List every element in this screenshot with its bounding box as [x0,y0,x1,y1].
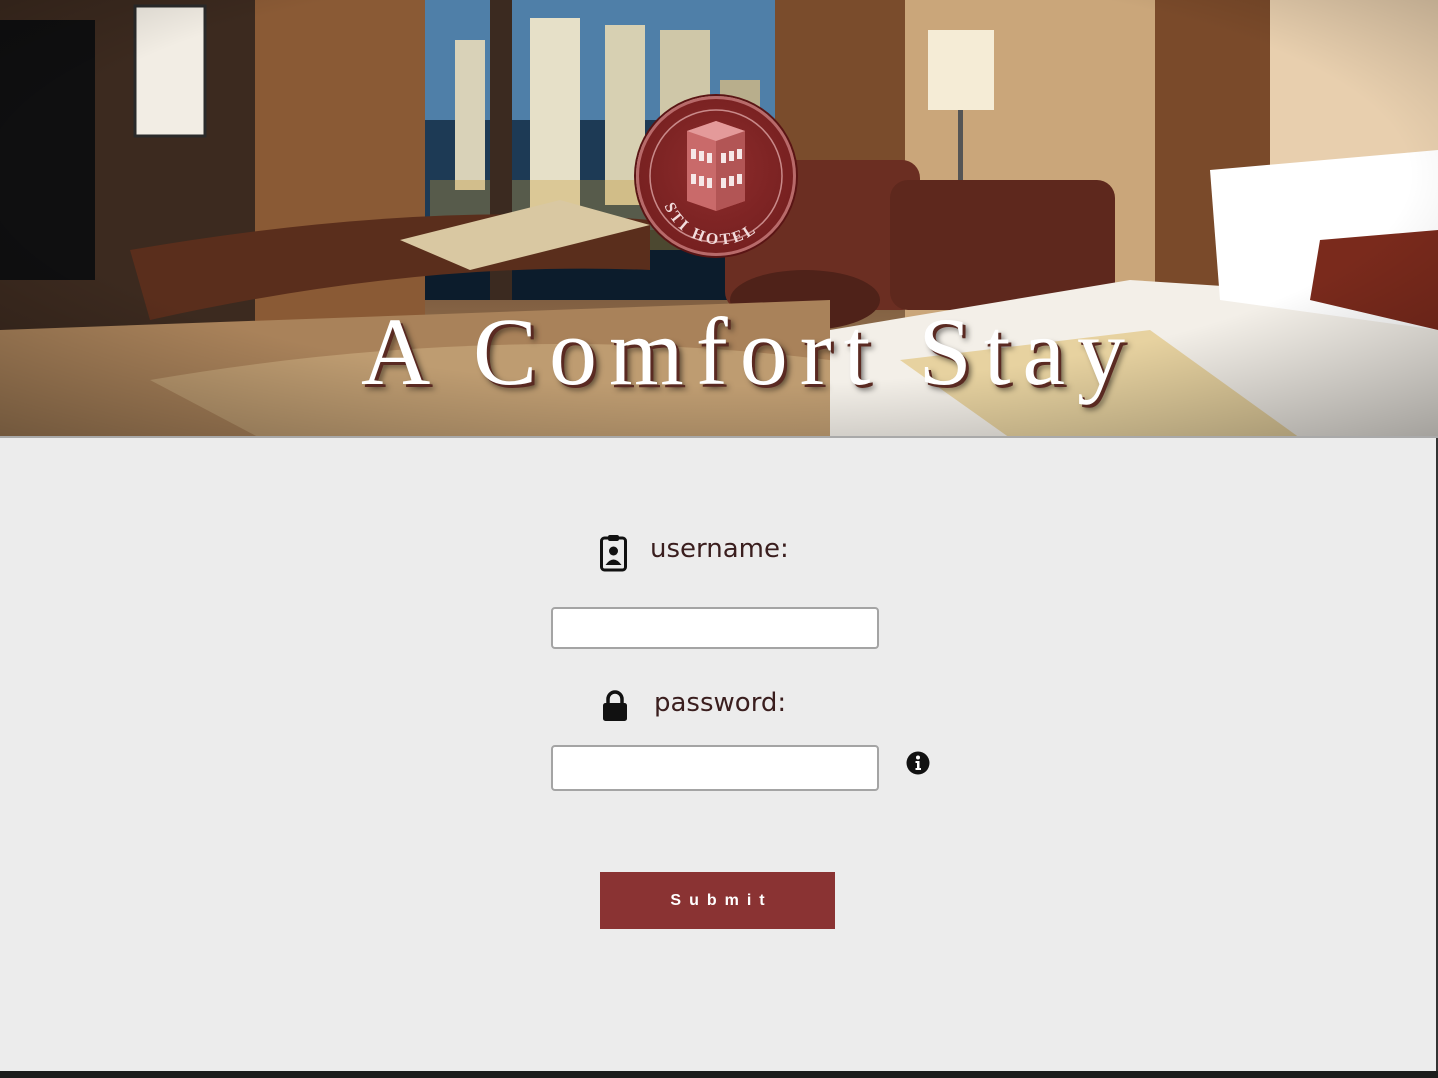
hero-banner: STI HOTEL A Comfort Stay [0,0,1438,438]
hotel-building-icon: STI HOTEL [649,109,783,249]
password-input[interactable] [551,745,879,791]
hero-title: A Comfort Stay [360,298,1137,405]
id-badge-icon [600,535,627,572]
hotel-logo: STI HOTEL [636,96,796,256]
username-input[interactable] [551,607,879,649]
submit-button[interactable]: Submit [600,872,835,929]
password-label: password: [654,688,787,718]
username-label: username: [650,534,789,564]
lock-icon [603,690,627,721]
info-circle-icon[interactable] [906,751,930,775]
taskbar-strip [0,1071,1438,1078]
